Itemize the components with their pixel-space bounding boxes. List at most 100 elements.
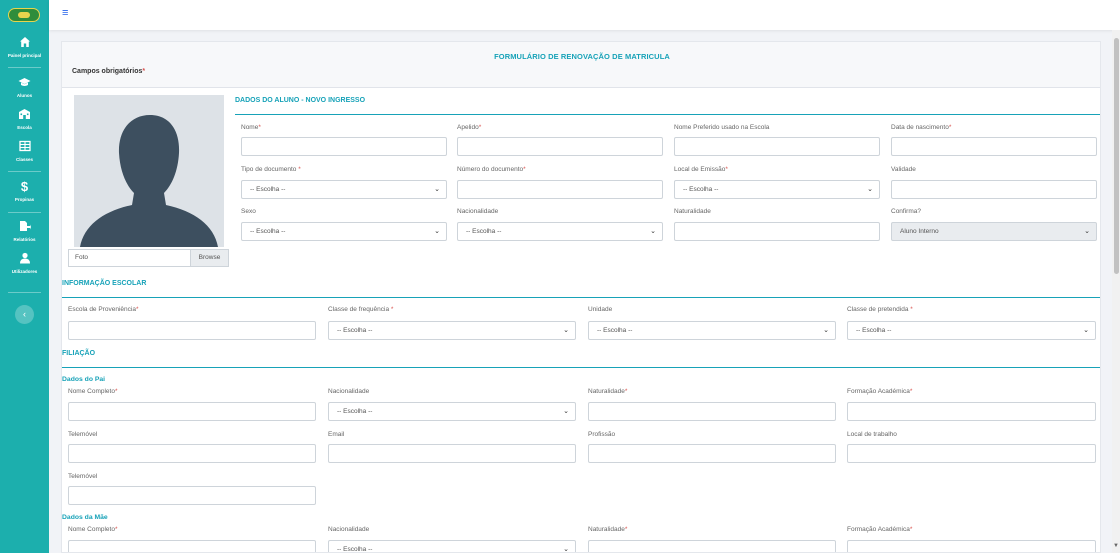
label-tipo-documento-text: Tipo de documento bbox=[241, 166, 297, 173]
photo-file-input[interactable]: Foto Browse bbox=[68, 249, 229, 267]
label-nome-preferido: Nome Preferido usado na Escola bbox=[674, 124, 770, 131]
chevron-down-icon: ⌄ bbox=[867, 186, 873, 193]
required-asterisk: * bbox=[135, 306, 139, 313]
pai-nacionalidade-select[interactable]: -- Escolha -- ⌄ bbox=[328, 402, 576, 421]
label-pai-local-trabalho: Local de trabalho bbox=[847, 431, 897, 438]
sidebar-item-relatorios[interactable]: Relatórios bbox=[0, 220, 49, 242]
required-asterisk: * bbox=[624, 388, 628, 395]
confirma-select[interactable]: Aluno Interno ⌄ bbox=[891, 222, 1097, 241]
local-emissao-value: -- Escolha -- bbox=[683, 186, 719, 193]
sidebar-item-label: Classes bbox=[15, 157, 33, 162]
numero-documento-input[interactable] bbox=[457, 180, 663, 199]
required-asterisk: * bbox=[114, 526, 118, 533]
sidebar-item-classes[interactable]: Classes bbox=[0, 140, 49, 162]
sidebar-item-utilizadores[interactable]: Utilizadores bbox=[0, 252, 49, 274]
label-pai-nacionalidade: Nacionalidade bbox=[328, 388, 370, 395]
chevron-down-icon: ⌄ bbox=[563, 327, 569, 334]
label-nacionalidade: Nacionalidade bbox=[457, 208, 499, 215]
sidebar-item-label: Escola bbox=[17, 125, 32, 130]
app-logo[interactable] bbox=[8, 8, 40, 22]
classe-pretendida-select[interactable]: -- Escolha -- ⌄ bbox=[847, 321, 1096, 340]
apelido-input[interactable] bbox=[457, 137, 663, 156]
required-asterisk: * bbox=[948, 124, 952, 131]
sidebar-item-escola[interactable]: Escola bbox=[0, 108, 49, 130]
mae-nacionalidade-select[interactable]: -- Escolha -- ⌄ bbox=[328, 540, 576, 552]
home-icon bbox=[0, 36, 49, 50]
dollar-icon: $ bbox=[20, 179, 29, 194]
sidebar-divider bbox=[8, 67, 41, 68]
browse-button[interactable]: Browse bbox=[190, 250, 228, 266]
required-asterisk: * bbox=[624, 526, 628, 533]
mae-naturalidade-input[interactable] bbox=[588, 540, 836, 552]
sidebar-collapse-button[interactable]: ‹ bbox=[15, 305, 34, 324]
form-title: FORMULÁRIO DE RENOVAÇÃO DE MATRICULA bbox=[494, 52, 670, 61]
label-local-emissao-text: Local de Emissão bbox=[674, 166, 726, 173]
validade-input[interactable] bbox=[891, 180, 1097, 199]
label-tipo-documento: Tipo de documento * bbox=[241, 166, 301, 173]
pai-telemovel-2-input[interactable] bbox=[68, 486, 316, 505]
sidebar-item-propinas[interactable]: $ Propinas bbox=[0, 180, 49, 202]
label-mae-nome: Nome Completo* bbox=[68, 526, 118, 533]
naturalidade-input[interactable] bbox=[674, 222, 880, 241]
page-scrollbar-thumb[interactable] bbox=[1114, 38, 1119, 274]
classe-frequencia-select[interactable]: -- Escolha -- ⌄ bbox=[328, 321, 576, 340]
classe-frequencia-value: -- Escolha -- bbox=[337, 327, 373, 334]
data-nascimento-input[interactable] bbox=[891, 137, 1097, 156]
required-asterisk: * bbox=[258, 124, 261, 131]
pai-telemovel-input[interactable] bbox=[68, 444, 316, 463]
label-naturalidade: Naturalidade bbox=[674, 208, 711, 215]
label-pai-naturalidade: Naturalidade* bbox=[588, 388, 627, 395]
mother-subsection-title: Dados da Mãe bbox=[62, 514, 108, 521]
local-emissao-select[interactable]: -- Escolha -- ⌄ bbox=[674, 180, 880, 199]
sidebar-item-label: Relatórios bbox=[13, 237, 36, 242]
tipo-documento-value: -- Escolha -- bbox=[250, 186, 286, 193]
label-pai-email: Email bbox=[328, 431, 345, 438]
required-asterisk: * bbox=[725, 166, 728, 173]
required-asterisk: * bbox=[478, 124, 482, 131]
enrollment-form-card: FORMULÁRIO DE RENOVAÇÃO DE MATRICULA Cam… bbox=[61, 41, 1101, 553]
required-note-text: Campos obrigatórios bbox=[72, 68, 143, 75]
label-validade: Validade bbox=[891, 166, 916, 173]
scroll-down-arrow-icon[interactable]: ▼ bbox=[1112, 543, 1120, 553]
label-numero-documento-text: Número do documento bbox=[457, 166, 524, 173]
tipo-documento-select[interactable]: -- Escolha -- ⌄ bbox=[241, 180, 447, 199]
mae-nome-input[interactable] bbox=[68, 540, 316, 552]
pai-formacao-input[interactable] bbox=[847, 402, 1096, 421]
sidebar-divider bbox=[8, 212, 41, 213]
chevron-down-icon: ⌄ bbox=[650, 228, 656, 235]
required-asterisk: * bbox=[298, 166, 301, 173]
sidebar-item-alunos[interactable]: Alunos bbox=[0, 76, 49, 98]
pai-email-input[interactable] bbox=[328, 444, 576, 463]
unidade-select[interactable]: -- Escolha -- ⌄ bbox=[588, 321, 836, 340]
chevron-down-icon: ⌄ bbox=[1084, 228, 1090, 235]
chevron-down-icon: ⌄ bbox=[434, 228, 440, 235]
nome-preferido-input[interactable] bbox=[674, 137, 880, 156]
escola-proveniencia-input[interactable] bbox=[68, 321, 316, 340]
label-data-nascimento-text: Data de nascimento bbox=[891, 124, 949, 131]
required-asterisk: * bbox=[909, 388, 913, 395]
user-icon bbox=[0, 252, 49, 266]
hamburger-menu-icon[interactable]: ≡ bbox=[62, 7, 68, 19]
pai-profissao-input[interactable] bbox=[588, 444, 836, 463]
pai-local-trabalho-input[interactable] bbox=[847, 444, 1096, 463]
mae-formacao-input[interactable] bbox=[847, 540, 1096, 552]
sidebar-divider bbox=[8, 292, 41, 293]
filiacao-section-title: FILIAÇÃO bbox=[62, 350, 96, 357]
nacionalidade-select[interactable]: -- Escolha -- ⌄ bbox=[457, 222, 663, 241]
pai-nome-input[interactable] bbox=[68, 402, 316, 421]
label-numero-documento: Número do documento* bbox=[457, 166, 526, 173]
student-photo-placeholder bbox=[74, 95, 224, 247]
school-section-title: INFORMAÇÃO ESCOLAR bbox=[62, 280, 147, 287]
pai-naturalidade-input[interactable] bbox=[588, 402, 836, 421]
photo-file-placeholder: Foto bbox=[75, 254, 89, 261]
school-icon bbox=[0, 108, 49, 122]
required-asterisk: * bbox=[910, 306, 913, 313]
required-asterisk: * bbox=[114, 388, 118, 395]
label-unidade: Unidade bbox=[588, 306, 613, 313]
sexo-select[interactable]: -- Escolha -- ⌄ bbox=[241, 222, 447, 241]
nome-input[interactable] bbox=[241, 137, 447, 156]
father-subsection-title: Dados do Pai bbox=[62, 376, 106, 383]
sidebar-item-painel[interactable]: Painel principal bbox=[0, 36, 49, 58]
chevron-left-icon: ‹ bbox=[23, 309, 26, 319]
required-asterisk: * bbox=[142, 68, 146, 75]
